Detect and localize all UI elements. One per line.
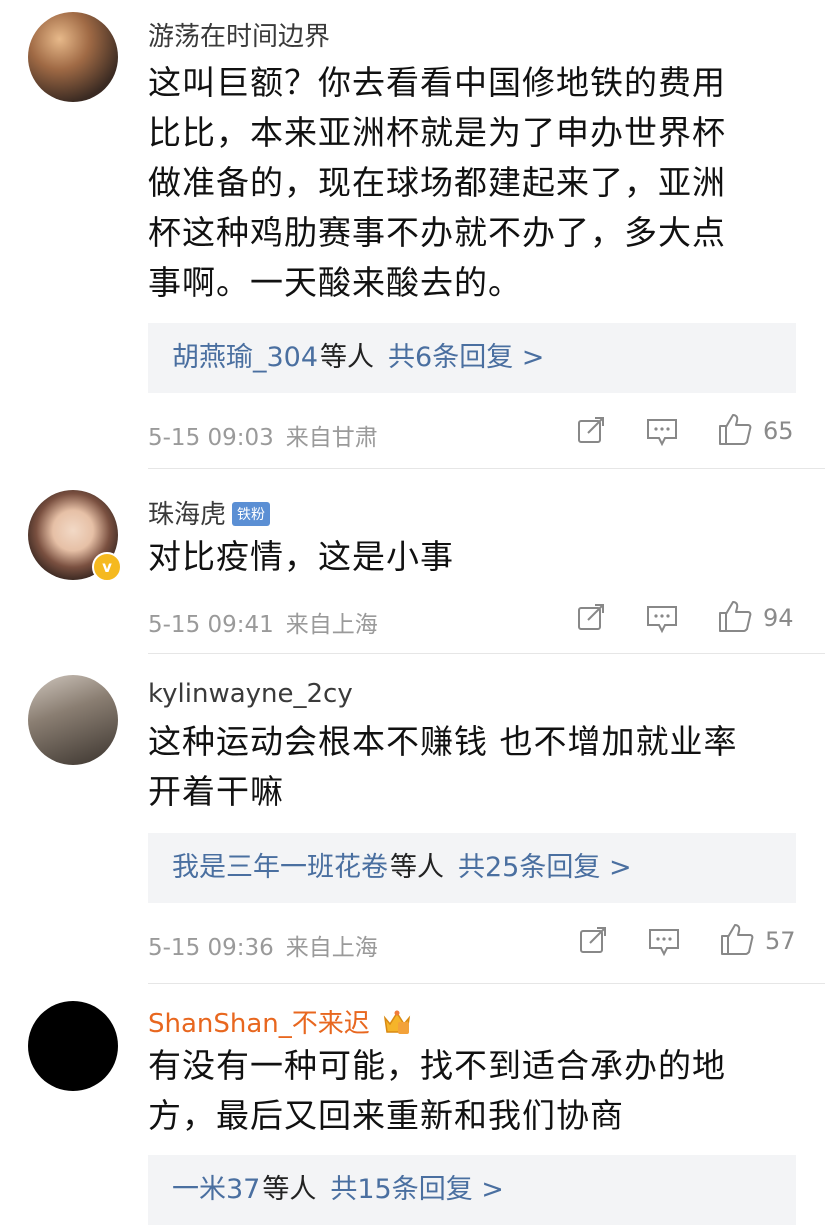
timestamp: 5-15 09:03 — [148, 425, 274, 451]
comment-meta: 5-15 09:36 来自上海 — [148, 928, 378, 962]
location: 来自上海 — [285, 612, 378, 638]
replies-preview[interactable]: 我是三年一班花卷等人 共25条回复 > — [148, 833, 796, 903]
like-count: 57 — [765, 927, 796, 955]
replies-mid: 等人 — [262, 1174, 317, 1205]
comment-meta: 5-15 09:41 来自上海 — [148, 605, 378, 639]
fan-badge: 铁粉 — [232, 502, 271, 526]
comment-icon[interactable] — [645, 604, 679, 638]
share-icon[interactable] — [576, 602, 606, 636]
username[interactable]: 珠海虎 铁粉 — [148, 494, 271, 531]
comment-text: 有没有一种可能，找不到适合承办的地 方，最后又回来重新和我们协商 — [148, 1041, 788, 1141]
comment-text: 对比疫情，这是小事 — [148, 532, 788, 582]
avatar[interactable] — [28, 675, 118, 765]
share-icon[interactable] — [576, 415, 606, 449]
comment-icon[interactable] — [645, 417, 679, 451]
like-count: 94 — [763, 604, 794, 632]
comment-4: ShanShan_不来迟 有没有一种可能，找不到适合承办的地 方，最后又回来重新… — [0, 985, 825, 1225]
replies-count[interactable]: 共15条回复 > — [330, 1174, 504, 1205]
username[interactable]: kylinwayne_2cy — [148, 679, 353, 709]
username[interactable]: 游荡在时间边界 — [148, 16, 330, 53]
comment-line: 事啊。一天酸来酸去的。 — [148, 263, 522, 302]
replies-names[interactable]: 我是三年一班花卷 — [172, 852, 388, 883]
replies-count[interactable]: 共25条回复 > — [458, 852, 632, 883]
thumbs-up-icon[interactable] — [717, 412, 753, 446]
comment-line: 对比疫情，这是小事 — [148, 537, 454, 576]
comment-line: 方，最后又回来重新和我们协商 — [148, 1096, 624, 1135]
location: 来自甘肃 — [285, 425, 378, 451]
username[interactable]: ShanShan_不来迟 — [148, 1003, 412, 1043]
divider — [148, 983, 825, 984]
comment-1: 游荡在时间边界 这叫巨额？你去看看中国修地铁的费用 比比，本来亚洲杯就是为了申办… — [0, 0, 825, 470]
divider — [148, 653, 825, 654]
avatar[interactable] — [28, 1001, 118, 1091]
replies-names[interactable]: 一米37 — [172, 1174, 260, 1205]
share-icon[interactable] — [578, 925, 608, 959]
username-text[interactable]: ShanShan_不来迟 — [148, 1009, 370, 1039]
verified-badge: v — [92, 552, 122, 582]
crown-icon — [382, 1008, 412, 1043]
comment-line: 这种运动会根本不赚钱 也不增加就业率 — [148, 722, 738, 761]
comment-line: 开着干嘛 — [148, 772, 284, 811]
username-text[interactable]: 珠海虎 — [148, 500, 226, 530]
comment-line: 比比，本来亚洲杯就是为了申办世界杯 — [148, 113, 726, 152]
avatar[interactable] — [28, 12, 118, 102]
replies-preview[interactable]: 一米37等人 共15条回复 > — [148, 1155, 796, 1225]
timestamp: 5-15 09:41 — [148, 612, 274, 638]
comment-line: 杯这种鸡肋赛事不办就不办了，多大点 — [148, 213, 726, 252]
timestamp: 5-15 09:36 — [148, 935, 274, 961]
comment-line: 有没有一种可能，找不到适合承办的地 — [148, 1046, 726, 1085]
comment-meta: 5-15 09:03 来自甘肃 — [148, 418, 378, 452]
replies-mid: 等人 — [390, 852, 444, 883]
comment-line: 这叫巨额？你去看看中国修地铁的费用 — [148, 63, 726, 102]
replies-mid: 等人 — [320, 342, 375, 373]
comment-2: v 珠海虎 铁粉 对比疫情，这是小事 5-15 09:41 来自上海 94 — [0, 470, 825, 655]
comment-text: 这种运动会根本不赚钱 也不增加就业率 开着干嘛 — [148, 717, 788, 817]
thumbs-up-icon[interactable] — [717, 599, 753, 633]
replies-preview[interactable]: 胡燕瑜_304等人 共6条回复 > — [148, 323, 796, 393]
replies-names[interactable]: 胡燕瑜_304 — [172, 342, 318, 373]
like-count: 65 — [763, 417, 794, 445]
comment-text: 这叫巨额？你去看看中国修地铁的费用 比比，本来亚洲杯就是为了申办世界杯 做准备的… — [148, 58, 788, 308]
location: 来自上海 — [285, 935, 378, 961]
replies-count[interactable]: 共6条回复 > — [388, 342, 544, 373]
thumbs-up-icon[interactable] — [719, 922, 755, 956]
divider — [148, 468, 825, 469]
comment-3: kylinwayne_2cy 这种运动会根本不赚钱 也不增加就业率 开着干嘛 我… — [0, 655, 825, 985]
comment-line: 做准备的，现在球场都建起来了，亚洲 — [148, 163, 726, 202]
comment-icon[interactable] — [647, 927, 681, 961]
